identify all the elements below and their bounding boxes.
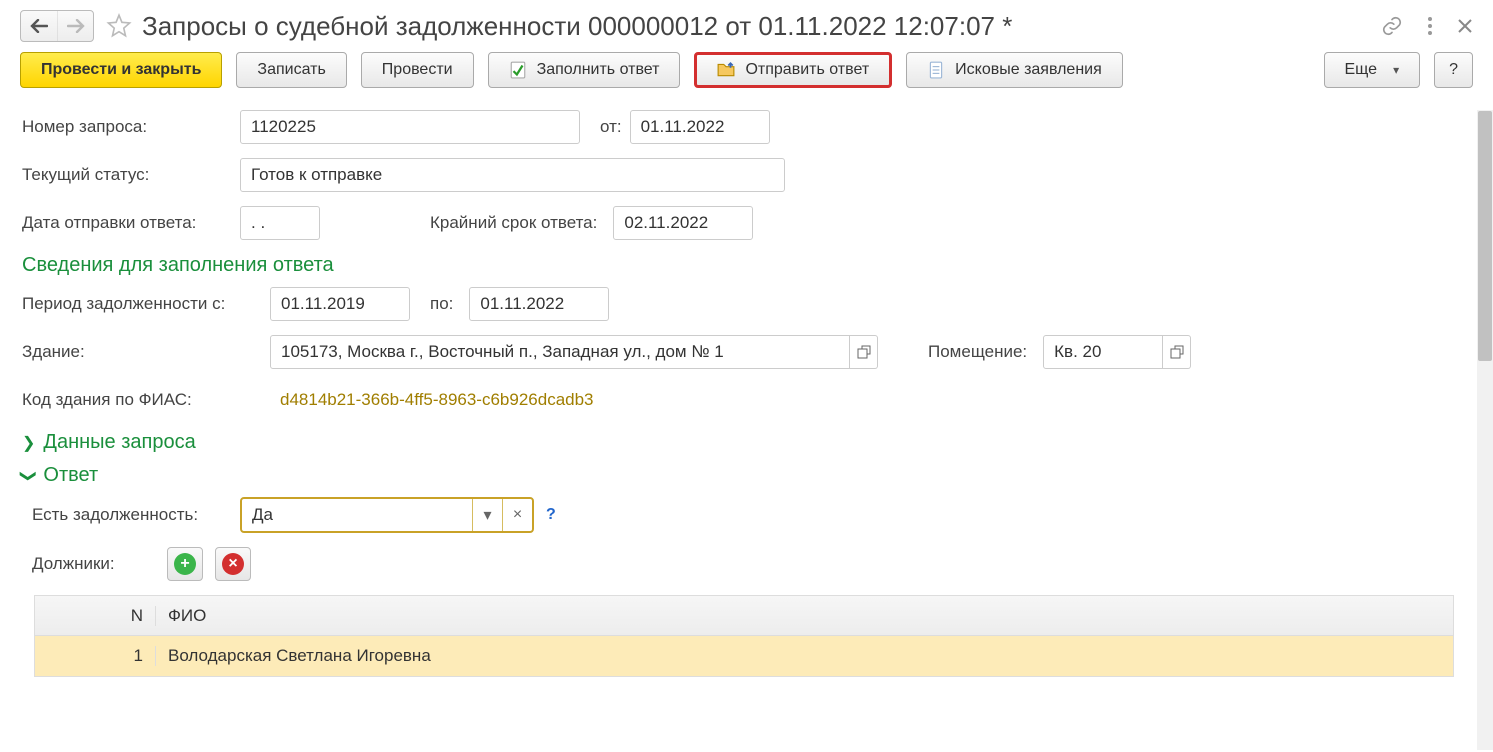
debt-period-to-field[interactable]: 01.11.2022 <box>469 287 609 321</box>
from-label: от: <box>600 117 622 137</box>
section-response[interactable]: ❯ Ответ <box>22 464 1448 487</box>
table-row[interactable]: 1 Володарская Светлана Игоревна <box>35 636 1453 676</box>
nav-button-group <box>20 10 94 42</box>
section-response-info: Сведения для заполнения ответа <box>22 254 1448 277</box>
claims-button[interactable]: Исковые заявления <box>906 52 1123 88</box>
debtors-table: N ФИО 1 Володарская Светлана Игоревна <box>34 595 1454 677</box>
premises-label: Помещение: <box>928 342 1027 362</box>
plus-icon: + <box>174 553 196 575</box>
help-button[interactable]: ? <box>1434 52 1473 88</box>
send-response-label: Отправить ответ <box>745 61 869 79</box>
post-and-close-button[interactable]: Провести и закрыть <box>20 52 222 88</box>
from-date-field[interactable]: 01.11.2022 <box>630 110 770 144</box>
forward-button[interactable] <box>57 11 93 41</box>
dropdown-icon[interactable]: ▾ <box>472 499 502 531</box>
page-title: Запросы о судебной задолженности 0000000… <box>142 11 1369 42</box>
scrollbar[interactable] <box>1477 110 1493 750</box>
close-icon[interactable] <box>1457 18 1473 34</box>
back-button[interactable] <box>21 11 57 41</box>
status-label: Текущий статус: <box>22 165 232 185</box>
request-number-label: Номер запроса: <box>22 117 232 137</box>
col-header-n[interactable]: N <box>35 606 155 626</box>
table-header: N ФИО <box>35 596 1453 636</box>
scrollbar-thumb[interactable] <box>1478 111 1492 361</box>
x-icon: × <box>222 553 244 575</box>
delete-debtor-button[interactable]: × <box>215 547 251 581</box>
favorite-star-icon[interactable] <box>106 13 132 39</box>
deadline-label: Крайний срок ответа: <box>430 213 597 233</box>
deadline-field[interactable]: 02.11.2022 <box>613 206 753 240</box>
send-response-button[interactable]: Отправить ответ <box>694 52 892 88</box>
request-number-field[interactable]: 1120225 <box>240 110 580 144</box>
link-icon[interactable] <box>1381 15 1403 37</box>
document-icon <box>927 61 945 79</box>
status-field[interactable]: Готов к отправке <box>240 158 785 192</box>
sent-date-field[interactable]: . . <box>240 206 320 240</box>
chevron-right-icon: ❯ <box>22 433 35 453</box>
premises-open-icon[interactable] <box>1163 335 1191 369</box>
section-request-data-label: Данные запроса <box>43 431 195 454</box>
debt-period-from-field[interactable]: 01.11.2019 <box>270 287 410 321</box>
help-link[interactable]: ? <box>546 506 556 524</box>
building-label: Здание: <box>22 342 262 362</box>
arrow-right-icon <box>67 19 85 33</box>
post-button[interactable]: Провести <box>361 52 474 88</box>
premises-field[interactable]: Кв. 20 <box>1043 335 1163 369</box>
cell-fio: Володарская Светлана Игоревна <box>155 646 1453 666</box>
fias-code: d4814b21-366b-4ff5-8963-c6b926dcadb3 <box>270 383 604 417</box>
more-vert-icon[interactable] <box>1427 16 1433 36</box>
section-response-label: Ответ <box>43 464 98 487</box>
cell-n: 1 <box>35 646 155 666</box>
section-request-data[interactable]: ❯ Данные запроса <box>22 431 1448 454</box>
arrow-left-icon <box>30 19 48 33</box>
has-debt-combo[interactable]: Да ▾ × <box>240 497 534 533</box>
col-header-fio[interactable]: ФИО <box>155 606 1453 626</box>
debt-period-from-label: Период задолженности с: <box>22 294 262 314</box>
save-button[interactable]: Записать <box>236 52 346 88</box>
fill-response-button[interactable]: Заполнить ответ <box>488 52 681 88</box>
chevron-down-icon: ❯ <box>19 469 39 482</box>
sent-date-label: Дата отправки ответа: <box>22 213 232 233</box>
add-debtor-button[interactable]: + <box>167 547 203 581</box>
more-button[interactable]: Еще <box>1324 52 1421 88</box>
debtors-label: Должники: <box>32 554 147 574</box>
building-field[interactable]: 105173, Москва г., Восточный п., Западна… <box>270 335 850 369</box>
has-debt-label: Есть задолженность: <box>32 505 232 525</box>
clear-icon[interactable]: × <box>502 499 532 531</box>
fill-response-label: Заполнить ответ <box>537 61 660 79</box>
fias-label: Код здания по ФИАС: <box>22 390 262 410</box>
document-check-icon <box>509 61 527 79</box>
debt-period-to-label: по: <box>430 294 453 314</box>
claims-label: Исковые заявления <box>955 61 1102 79</box>
building-open-icon[interactable] <box>850 335 878 369</box>
has-debt-value[interactable]: Да <box>242 499 472 531</box>
folder-send-icon <box>717 61 735 79</box>
